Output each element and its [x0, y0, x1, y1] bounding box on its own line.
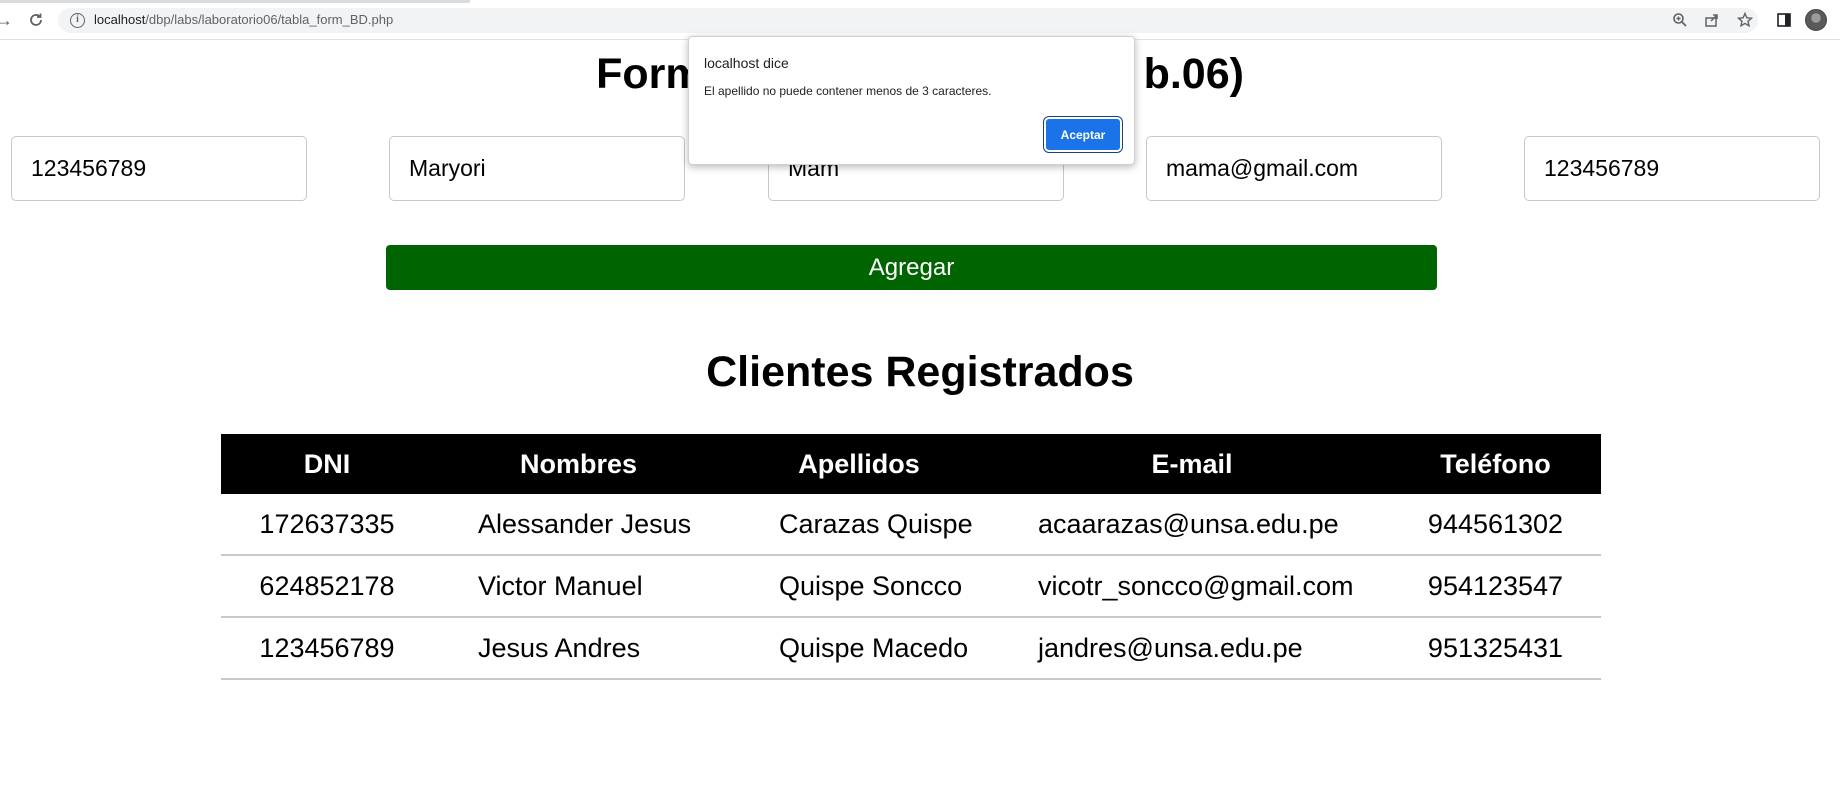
- table-row: 624852178 Victor Manuel Quispe Soncco vi…: [221, 556, 1601, 618]
- cell-nombres: Alessander Jesus: [478, 508, 692, 539]
- tab-strip-edge: [0, 0, 470, 3]
- cell-apellidos: Quispe Soncco: [779, 570, 963, 601]
- star-icon[interactable]: [1733, 8, 1757, 32]
- cell-dni: 172637335: [259, 508, 395, 539]
- url-host: localhost: [94, 12, 146, 27]
- table-row: 123456789 Jesus Andres Quispe Macedo jan…: [221, 618, 1601, 680]
- browser-toolbar: → i localhost/dbp/labs/laboratorio06/tab…: [0, 0, 1840, 40]
- cell-nombres: Victor Manuel: [478, 570, 643, 601]
- profile-avatar[interactable]: [1805, 9, 1827, 31]
- forward-icon[interactable]: →: [0, 8, 16, 32]
- page-title-right: b.06): [1143, 50, 1244, 98]
- url-path: /dbp/labs/laboratorio06/tabla_form_BD.ph…: [145, 12, 394, 27]
- cell-email: jandres@unsa.edu.pe: [1038, 632, 1303, 663]
- dialog-title: localhost dice: [704, 55, 789, 71]
- nombres-input[interactable]: Maryori: [389, 136, 685, 201]
- cell-email: vicotr_soncco@gmail.com: [1038, 570, 1354, 601]
- header-telefono: Teléfono: [1440, 448, 1551, 479]
- info-icon[interactable]: i: [70, 13, 85, 28]
- header-apellidos: Apellidos: [798, 448, 920, 479]
- reload-icon[interactable]: [24, 8, 48, 32]
- share-icon[interactable]: [1700, 8, 1724, 32]
- cell-apellidos: Carazas Quispe: [779, 508, 973, 539]
- cell-nombres: Jesus Andres: [478, 632, 641, 663]
- dni-input[interactable]: 123456789: [11, 136, 307, 201]
- table-header: DNI Nombres Apellidos E-mail Teléfono: [221, 434, 1601, 494]
- header-nombres: Nombres: [519, 448, 638, 479]
- sidepanel-icon[interactable]: [1772, 8, 1796, 32]
- accept-button[interactable]: Aceptar: [1046, 119, 1120, 150]
- cell-telefono: 944561302: [1427, 508, 1564, 539]
- url-text[interactable]: localhost/dbp/labs/laboratorio06/tabla_f…: [94, 12, 393, 27]
- table-row: 172637335 Alessander Jesus Carazas Quisp…: [221, 494, 1601, 556]
- cell-dni: 123456789: [259, 632, 395, 663]
- dialog-message: El apellido no puede contener menos de 3…: [704, 84, 992, 98]
- email-input[interactable]: mama@gmail.com: [1146, 136, 1442, 201]
- address-bar[interactable]: i localhost/dbp/labs/laboratorio06/tabla…: [58, 8, 1758, 33]
- cell-telefono: 951325431: [1427, 632, 1564, 663]
- header-email: E-mail: [1151, 448, 1233, 479]
- zoom-icon[interactable]: [1668, 8, 1692, 32]
- cell-dni: 624852178: [259, 570, 395, 601]
- cell-telefono: 954123547: [1427, 570, 1564, 601]
- cell-email: acaarazas@unsa.edu.pe: [1038, 508, 1339, 539]
- header-dni: DNI: [303, 448, 351, 479]
- clients-title: Clientes Registrados: [706, 348, 1134, 396]
- add-button[interactable]: Agregar: [386, 245, 1437, 290]
- telefono-input[interactable]: 123456789: [1524, 136, 1820, 201]
- alert-dialog: localhost dice El apellido no puede cont…: [688, 36, 1135, 165]
- clients-table: DNI Nombres Apellidos E-mail Teléfono 17…: [221, 434, 1601, 680]
- cell-apellidos: Quispe Macedo: [779, 632, 969, 663]
